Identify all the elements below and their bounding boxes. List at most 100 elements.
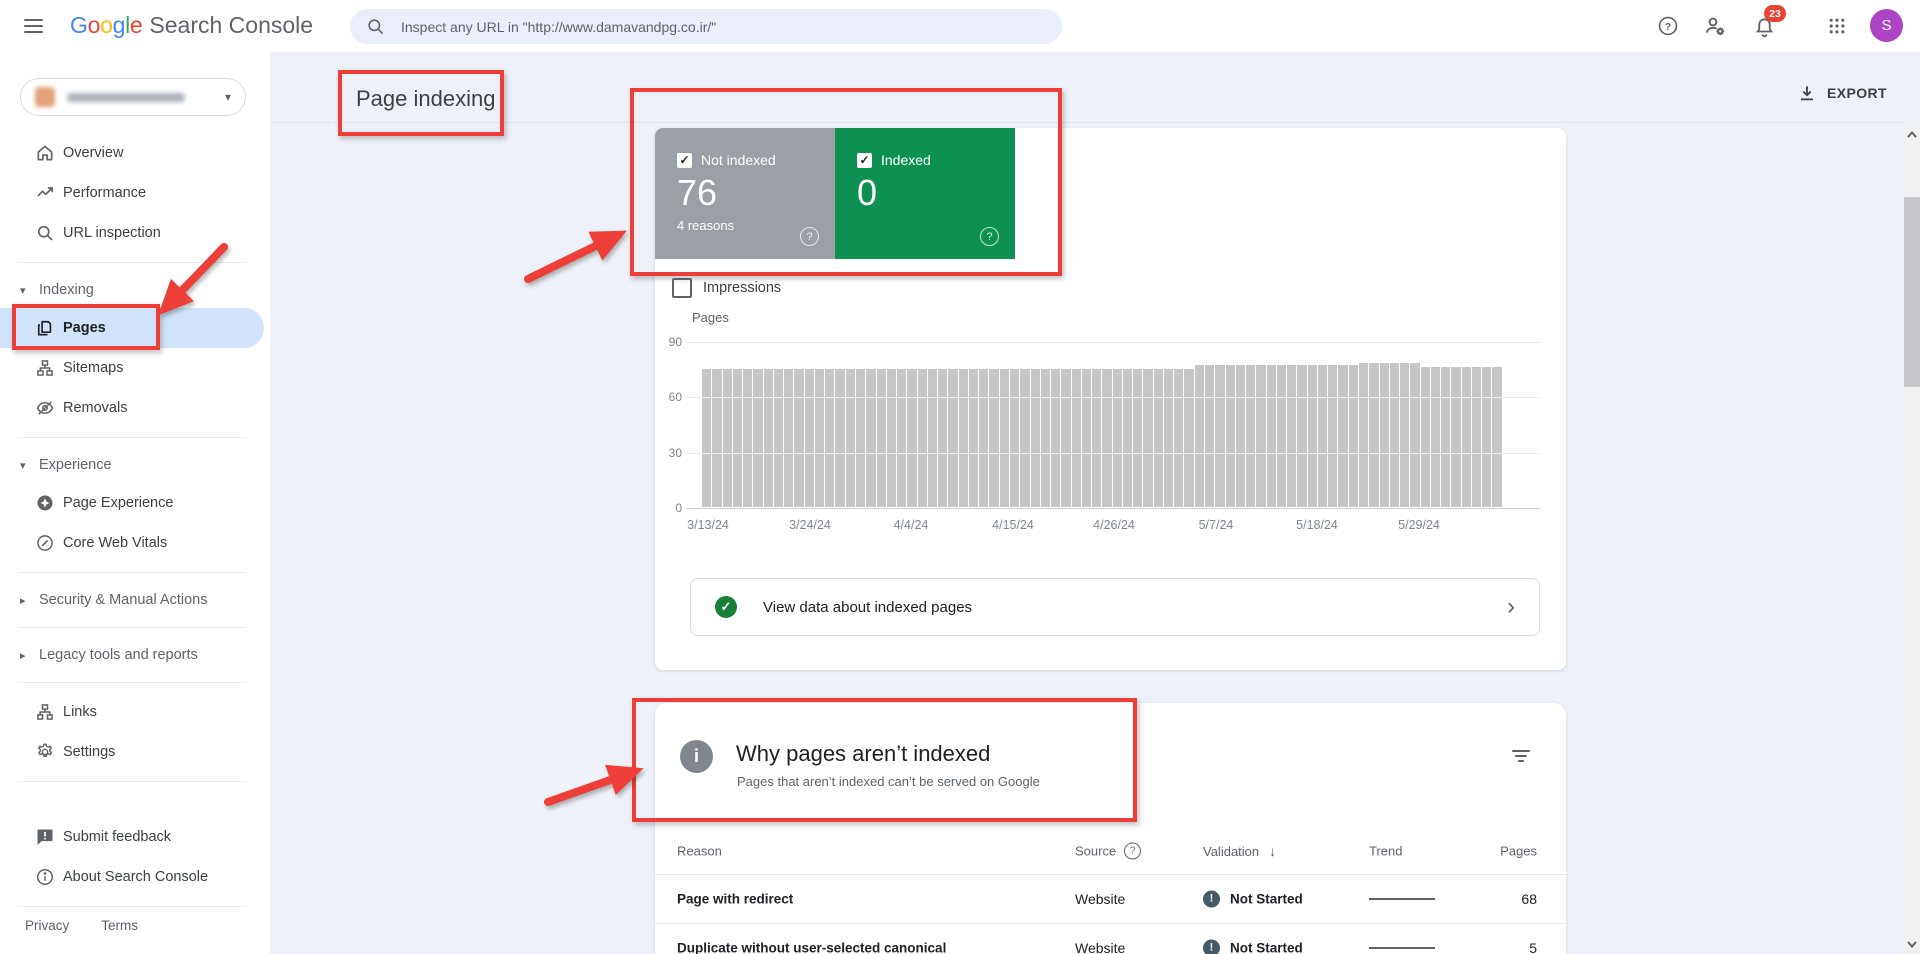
sidebar-item-label: Page Experience [63,495,173,511]
user-settings-icon[interactable] [1699,10,1731,42]
sidebar-item-label: Settings [63,744,115,760]
chart-bar [1010,369,1019,507]
sidebar-item-label: Core Web Vitals [63,535,167,551]
about-icon [35,867,55,887]
export-button[interactable]: EXPORT [1798,84,1887,102]
pages-icon [35,318,55,338]
core-web-vitals-icon [35,533,55,553]
chart-x-tick-label: 3/24/24 [775,518,845,532]
sidebar-item-core-web-vitals[interactable]: Core Web Vitals [0,523,264,563]
chart-bar [1246,365,1255,507]
url-inspect-searchbar[interactable] [350,9,1062,44]
terms-link[interactable]: Terms [101,918,138,933]
indexed-label: Indexed [881,152,931,168]
sidebar-item-overview[interactable]: Overview [0,133,264,173]
help-circle-icon[interactable]: ? [1124,843,1141,860]
sidebar-item-submit-feedback[interactable]: Submit feedback [0,817,264,857]
column-header-reason[interactable]: Reason [677,844,722,859]
sidebar-section-experience[interactable]: ▾Experience [0,447,264,483]
avatar[interactable]: S [1870,9,1903,42]
chart-bar [774,369,783,507]
logo-letter: e [130,12,143,38]
scroll-down-arrow[interactable] [1904,936,1920,952]
sidebar-item-links[interactable]: Links [0,692,264,732]
sidebar-item-performance[interactable]: Performance [0,173,264,213]
chart-bar [1451,367,1460,507]
sidebar-item-settings[interactable]: Settings [0,732,264,772]
help-circle-icon[interactable]: ? [800,227,819,246]
chart-bar [825,369,834,507]
svg-text:?: ? [1665,21,1671,33]
sidebar-item-about-search-console[interactable]: About Search Console [0,857,264,897]
google-apps-grid-icon[interactable] [1821,10,1853,42]
chart-bar [918,369,927,507]
chart-bar [1256,365,1265,507]
column-header-source[interactable]: Source ? [1075,843,1141,860]
table-row[interactable]: Duplicate without user-selected canonica… [655,923,1566,954]
settings-icon [35,742,55,762]
validation-status: Not Started [1230,940,1303,954]
chart-bar [1410,363,1419,507]
sidebar-item-removals[interactable]: Removals [0,388,264,428]
sidebar-item-sitemaps[interactable]: Sitemaps [0,348,264,388]
chart-bar [1143,369,1152,507]
impressions-toggle[interactable]: Impressions [672,278,781,298]
vertical-scrollbar-thumb[interactable] [1904,197,1920,387]
filter-list-icon[interactable] [1511,750,1531,766]
chart-bar [1441,367,1450,507]
column-header-validation[interactable]: Validation ↓ [1203,843,1276,859]
chevron-right-icon: ▸ [20,649,32,662]
impressions-checkbox[interactable] [672,278,692,298]
chart-bar [1236,365,1245,507]
chart-bar [1287,365,1296,507]
not-indexed-checkbox[interactable]: ✓ [677,153,692,168]
sidebar-section-security-manual-actions[interactable]: ▸Security & Manual Actions [0,582,264,618]
chart-x-tick-label: 4/4/24 [876,518,946,532]
scroll-up-arrow[interactable] [1904,126,1920,142]
chart-bar [1431,367,1440,507]
indexed-card[interactable]: ✓ Indexed 0 ? [835,128,1015,259]
chart-gridline [686,397,1540,398]
chevron-right-icon: › [1507,595,1515,619]
sidebar-section-legacy-tools-and-reports[interactable]: ▸Legacy tools and reports [0,637,264,673]
help-circle-icon[interactable]: ? [980,227,999,246]
property-selector[interactable]: ▾ [20,78,246,116]
sidebar-section-indexing[interactable]: ▾Indexing [0,272,264,308]
chart-bar [784,369,793,507]
app-logo[interactable]: GoogleSearch Console [70,12,313,39]
sidebar-item-pages[interactable]: Pages [0,308,264,348]
chart-bar [1492,367,1501,507]
sidebar-item-url-inspection[interactable]: URL inspection [0,213,264,253]
chart-bar [733,369,742,507]
chart-bar [1462,367,1471,507]
column-header-pages[interactable]: Pages [1500,844,1537,859]
menu-icon[interactable] [24,19,43,33]
not-indexed-reasons: 4 reasons [677,218,734,233]
view-indexed-data-row[interactable]: ✓ View data about indexed pages › [690,578,1540,636]
sidebar-divider [18,682,246,683]
chart-bar [846,369,855,507]
top-app-bar: GoogleSearch Console ? 23 [0,0,1920,52]
search-input[interactable] [399,18,1023,36]
not-indexed-value: 76 [677,172,717,214]
sidebar-divider [18,906,246,907]
privacy-link[interactable]: Privacy [25,918,69,933]
help-icon[interactable]: ? [1652,10,1684,42]
table-row[interactable]: Page with redirectWebsite!Not Started68 [655,874,1566,924]
chart-bar [989,369,998,507]
property-favicon-blurred [35,87,55,107]
chart-bar [1380,363,1389,507]
sidebar-item-page-experience[interactable]: Page Experience [0,483,264,523]
column-header-trend[interactable]: Trend [1369,844,1435,859]
sidebar-spacer [0,791,264,817]
not-indexed-card[interactable]: ✓ Not indexed 76 4 reasons ? [655,128,835,259]
download-icon [1798,84,1816,102]
sidebar-item-label: Performance [63,185,146,201]
chart-bar [1318,365,1327,507]
sidebar-item-label: About Search Console [63,869,208,885]
chart-bar [1472,367,1481,507]
chart-bar [1205,365,1214,507]
chart-bar [866,369,875,507]
indexed-checkbox[interactable]: ✓ [857,153,872,168]
chart-bar [1113,369,1122,507]
